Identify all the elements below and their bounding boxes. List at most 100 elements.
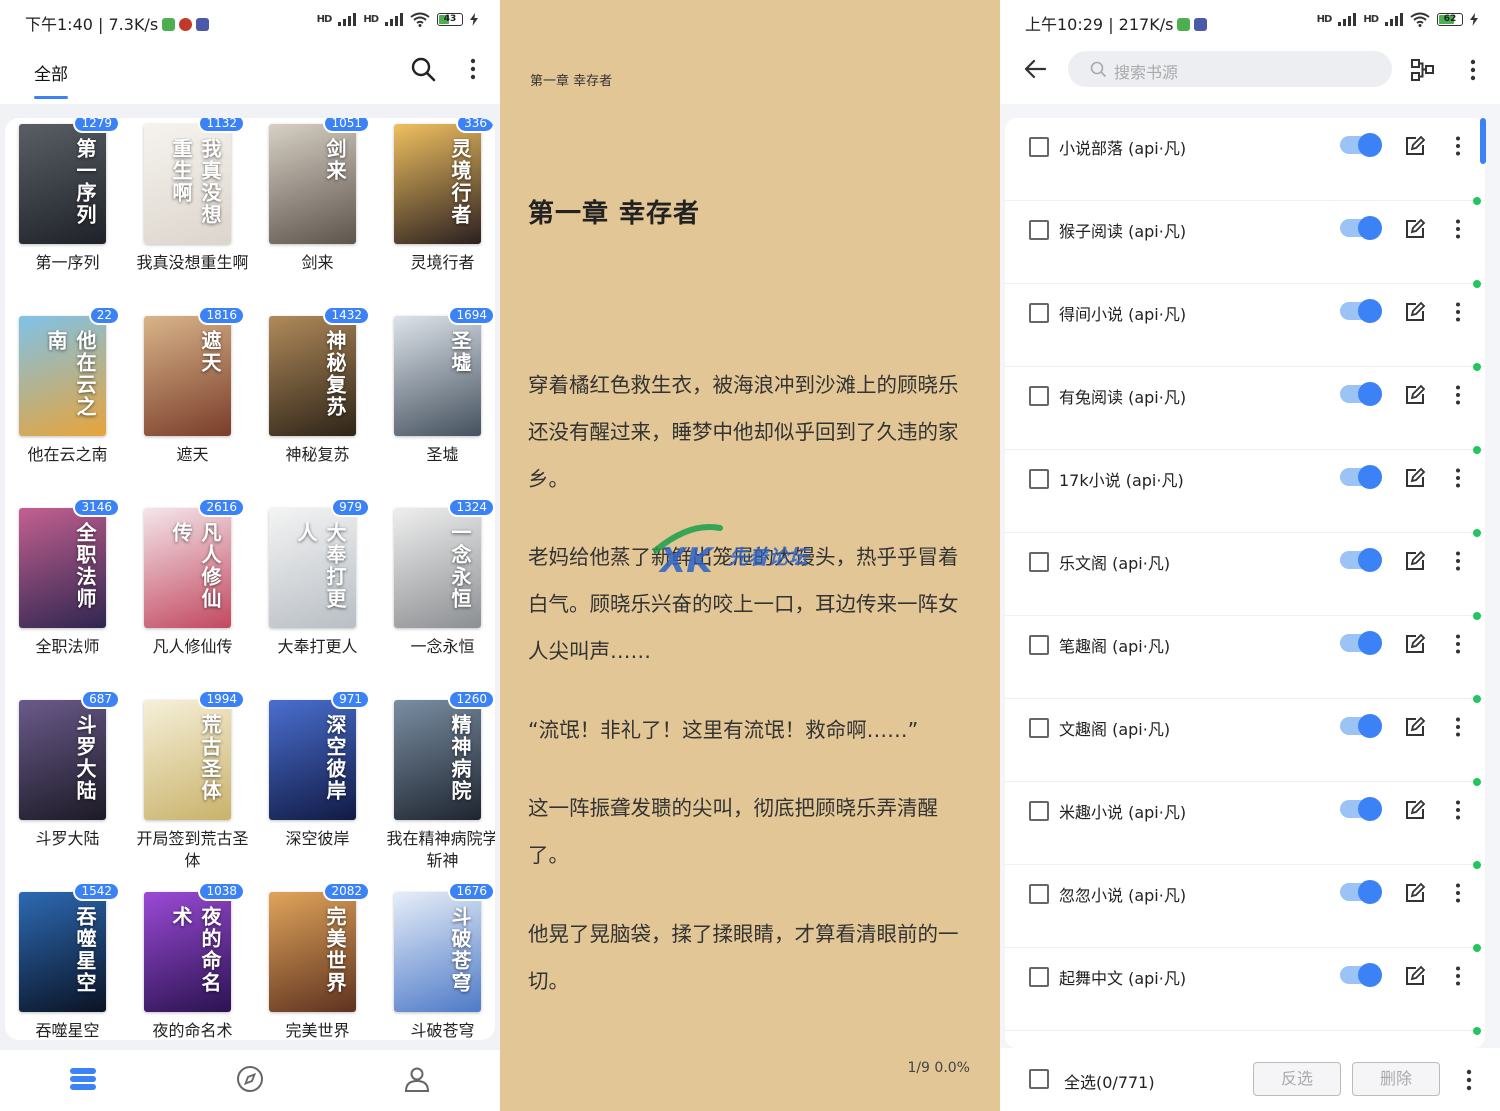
edit-icon[interactable] — [1403, 964, 1427, 988]
source-enable-toggle[interactable] — [1340, 963, 1382, 987]
source-row[interactable]: 米趣小说 (api·凡) — [1005, 778, 1485, 865]
source-enable-toggle[interactable] — [1340, 631, 1382, 655]
more-vert-icon[interactable] — [1460, 57, 1486, 83]
edit-icon[interactable] — [1403, 881, 1427, 905]
tab-all[interactable]: 全部 — [34, 60, 68, 85]
signal-icon: HD — [316, 14, 333, 25]
watermark-logo: XK 先着论坛 — [653, 524, 811, 580]
edit-icon[interactable] — [1403, 217, 1427, 241]
more-vert-icon[interactable] — [1446, 964, 1470, 988]
edit-icon[interactable] — [1403, 798, 1427, 822]
source-row[interactable]: 忽忽小说 (api·凡) — [1005, 861, 1485, 948]
book-cover[interactable]: 他在云之南 — [19, 316, 106, 436]
book-cover[interactable]: 斗破苍穹 — [394, 892, 481, 1012]
source-row[interactable]: 有兔阅读 (api·凡) — [1005, 363, 1485, 450]
book-cover[interactable]: 第一序列 — [19, 124, 106, 244]
more-vert-icon[interactable] — [1446, 881, 1470, 905]
source-checkbox[interactable] — [1029, 552, 1049, 572]
select-all-checkbox[interactable] — [1029, 1069, 1049, 1089]
source-enable-toggle[interactable] — [1340, 797, 1382, 821]
source-checkbox[interactable] — [1029, 469, 1049, 489]
more-vert-icon[interactable] — [1446, 217, 1470, 241]
scrollbar-thumb[interactable] — [1480, 118, 1486, 164]
book-title: 神秘复苏 — [285, 445, 350, 464]
book-cover[interactable]: 凡人修仙传 — [144, 508, 231, 628]
profile-icon[interactable] — [402, 1064, 432, 1094]
more-vert-icon[interactable] — [1446, 466, 1470, 490]
compass-icon[interactable] — [235, 1064, 265, 1094]
book-cover[interactable]: 吞噬星空 — [19, 892, 106, 1012]
edit-icon[interactable] — [1403, 549, 1427, 573]
more-vert-icon[interactable] — [1456, 1067, 1482, 1093]
source-name: 猴子阅读 (api·凡) — [1059, 222, 1187, 241]
unread-count-badge: 1324 — [448, 498, 495, 517]
edit-icon[interactable] — [1403, 715, 1427, 739]
source-enable-toggle[interactable] — [1340, 880, 1382, 904]
book-cover[interactable]: 斗罗大陆 — [19, 700, 106, 820]
source-enable-toggle[interactable] — [1340, 382, 1382, 406]
book-cover[interactable]: 大奉打更人 — [269, 508, 356, 628]
source-enable-toggle[interactable] — [1340, 133, 1382, 157]
signal-bars-icon — [338, 13, 357, 26]
source-checkbox[interactable] — [1029, 884, 1049, 904]
source-row[interactable]: 得间小说 (api·凡) — [1005, 280, 1485, 367]
book-cover[interactable]: 夜的命名术 — [144, 892, 231, 1012]
more-vert-icon[interactable] — [460, 56, 486, 82]
invert-selection-button[interactable]: 反选 — [1253, 1062, 1341, 1096]
source-enable-toggle[interactable] — [1340, 714, 1382, 738]
book-cover[interactable]: 圣墟 — [394, 316, 481, 436]
source-enable-toggle[interactable] — [1340, 216, 1382, 240]
source-checkbox[interactable] — [1029, 718, 1049, 738]
more-vert-icon[interactable] — [1446, 632, 1470, 656]
online-status-dot — [1473, 197, 1481, 205]
edit-icon[interactable] — [1403, 632, 1427, 656]
source-row[interactable]: 笔趣阁 (api·凡) — [1005, 612, 1485, 699]
book-cover[interactable]: 荒古圣体 — [144, 700, 231, 820]
source-checkbox[interactable] — [1029, 137, 1049, 157]
select-all-label[interactable]: 全选(0/771) — [1064, 1069, 1155, 1093]
book-cover[interactable]: 一念永恒 — [394, 508, 481, 628]
group-icon[interactable] — [1410, 57, 1436, 83]
edit-icon[interactable] — [1403, 134, 1427, 158]
source-checkbox[interactable] — [1029, 303, 1049, 323]
source-checkbox[interactable] — [1029, 386, 1049, 406]
book-cover[interactable]: 神秘复苏 — [269, 316, 356, 436]
source-row[interactable]: 文趣阁 (api·凡) — [1005, 695, 1485, 782]
book-cover[interactable]: 遮天 — [144, 316, 231, 436]
source-enable-toggle[interactable] — [1340, 465, 1382, 489]
more-vert-icon[interactable] — [1446, 383, 1470, 407]
source-row[interactable]: 乐文阁 (api·凡) — [1005, 529, 1485, 616]
source-enable-toggle[interactable] — [1340, 299, 1382, 323]
source-row[interactable]: 起舞中文 (api·凡) — [1005, 944, 1485, 1031]
source-row[interactable]: 猴子阅读 (api·凡) — [1005, 197, 1485, 284]
source-checkbox[interactable] — [1029, 801, 1049, 821]
search-icon[interactable] — [410, 56, 436, 82]
more-vert-icon[interactable] — [1446, 715, 1470, 739]
book-cover[interactable]: 剑来 — [269, 124, 356, 244]
search-input[interactable]: 搜索书源 — [1068, 51, 1392, 87]
edit-icon[interactable] — [1403, 383, 1427, 407]
source-checkbox[interactable] — [1029, 967, 1049, 987]
more-vert-icon[interactable] — [1446, 134, 1470, 158]
book-cover[interactable]: 完美世界 — [269, 892, 356, 1012]
more-vert-icon[interactable] — [1446, 300, 1470, 324]
delete-button[interactable]: 删除 — [1352, 1062, 1440, 1096]
cover-title: 全职法师 — [73, 522, 97, 610]
more-vert-icon[interactable] — [1446, 798, 1470, 822]
book-cover[interactable]: 精神病院 — [394, 700, 481, 820]
reader-panel[interactable]: 第一章 幸存者 第一章 幸存者 穿着橘红色救生衣，被海浪冲到沙滩上的顾晓乐还没有… — [500, 0, 1000, 1111]
more-vert-icon[interactable] — [1446, 549, 1470, 573]
bookshelf-icon[interactable] — [68, 1064, 98, 1094]
source-checkbox[interactable] — [1029, 220, 1049, 240]
back-arrow-icon[interactable] — [1022, 56, 1048, 82]
edit-icon[interactable] — [1403, 300, 1427, 324]
source-row[interactable]: 小说部落 (api·凡) — [1005, 118, 1485, 201]
book-cover[interactable]: 我真没想重生啊 — [144, 124, 231, 244]
book-cover[interactable]: 灵境行者 — [394, 124, 481, 244]
source-row[interactable]: 17k小说 (api·凡) — [1005, 446, 1485, 533]
source-enable-toggle[interactable] — [1340, 548, 1382, 572]
edit-icon[interactable] — [1403, 466, 1427, 490]
source-checkbox[interactable] — [1029, 635, 1049, 655]
book-cover[interactable]: 全职法师 — [19, 508, 106, 628]
book-cover[interactable]: 深空彼岸 — [269, 700, 356, 820]
